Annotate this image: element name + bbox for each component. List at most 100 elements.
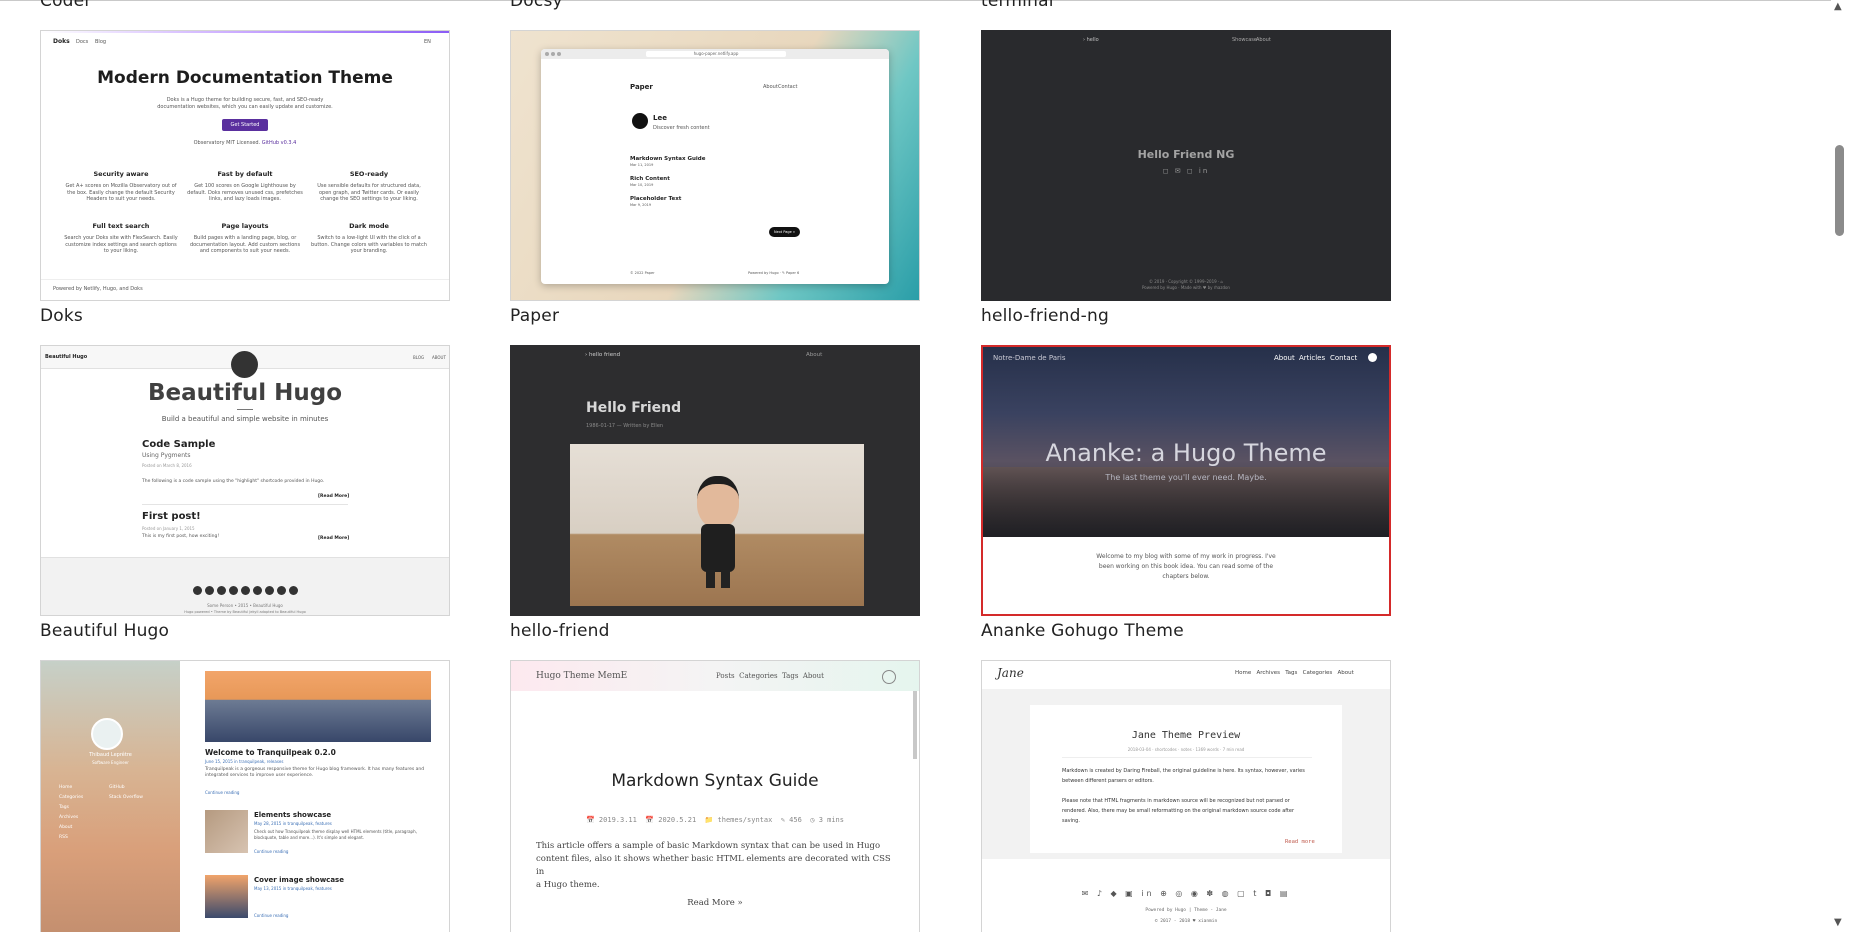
tranquil-continue: Continue reading — [205, 790, 240, 795]
paper-nav-about: About — [763, 84, 778, 90]
hfng-social-icons: ◻ ✉ ◻ in — [1162, 167, 1210, 175]
theme-name-paper[interactable]: Paper — [510, 306, 559, 326]
theme-name-ananke[interactable]: Ananke Gohugo Theme — [981, 621, 1184, 641]
theme-card-paper[interactable]: hugo-paper.netlify.app Paper About Conta… — [510, 30, 920, 301]
bhugo-subtitle: Build a beautiful and simple website in … — [161, 415, 329, 423]
doks-feature-title: Fast by default — [217, 170, 273, 178]
theme-name-beautiful-hugo[interactable]: Beautiful Hugo — [40, 621, 169, 641]
jane-read-more: Read more — [1285, 839, 1315, 845]
paper-browser-window: hugo-paper.netlify.app Paper About Conta… — [541, 49, 889, 284]
jane-footer-2: © 2017 - 2018 ♥ xianmin — [1154, 919, 1218, 924]
jane-meta: 2018-03-04 · shortcodes · notes · 1369 w… — [1127, 747, 1245, 752]
ananke-site-name: Notre-Dame de Paris — [993, 354, 1066, 362]
tranquil-post-title: Elements showcase — [254, 811, 332, 819]
doks-feature-text: Switch to a low-light UI with the click … — [311, 235, 427, 254]
meme-nav: Posts Categories Tags About — [716, 672, 824, 680]
theme-card-jane[interactable]: Jane Home Archives Tags Categories About… — [981, 660, 1391, 932]
hfng-footer-1: © 2019 · Copyright © 1999–2019 · ⌂ — [1148, 279, 1224, 284]
tranquil-continue: Continue reading — [254, 849, 289, 854]
bhugo-read-more: [Read More] — [318, 536, 350, 541]
tranquil-menu: Home Categories Tags Archives About RSS — [59, 785, 84, 840]
hf-title: Hello Friend — [586, 400, 682, 416]
bhugo-post-date: Posted on January 1, 2015 — [142, 526, 195, 531]
tranquil-post-meta: June 15, 2015 in tranquilpeak, releases — [205, 759, 284, 764]
theme-name-hello-friend[interactable]: hello-friend — [510, 621, 610, 641]
paper-post-date: Mar 9, 2019 — [630, 203, 652, 207]
doks-lang: EN — [424, 39, 431, 45]
theme-card-ananke[interactable]: Notre-Dame de Paris About Articles Conta… — [981, 345, 1391, 616]
scrollbar-thumb[interactable] — [1835, 145, 1844, 236]
theme-label-terminal[interactable]: terminal — [981, 0, 1054, 11]
page-scrollbar[interactable] — [1831, 0, 1849, 932]
tranquil-post-meta: May 13, 2015 in tranquilpeak, features — [254, 886, 332, 891]
paper-post-title: Placeholder Text — [630, 196, 682, 202]
jane-paragraph: Markdown is created by Daring Fireball, … — [1062, 768, 1305, 784]
doks-feature-title: Full text search — [92, 222, 150, 230]
bhugo-post-title: Code Sample — [142, 439, 216, 450]
ananke-subtitle: The last theme you'll ever need. Maybe. — [1105, 473, 1267, 482]
bhugo-post-subtitle: Using Pygments — [142, 452, 191, 459]
tranquil-post-text: Tranquilpeak is a gorgeous responsive th… — [205, 767, 425, 778]
doks-brand: Doks — [53, 38, 70, 45]
bhugo-post-text: The following is a code sample using the… — [142, 479, 325, 484]
theme-card-hello-friend[interactable]: › hello friend About Hello Friend 1986-0… — [510, 345, 920, 616]
scroll-down-arrow-icon[interactable]: ▼ — [1834, 917, 1842, 928]
theme-card-meme[interactable]: Hugo Theme MemE Posts Categories Tags Ab… — [510, 660, 920, 932]
tranquil-post-title: Cover image showcase — [254, 876, 344, 884]
viewport-top-divider — [0, 0, 1831, 1]
bhugo-footer-1: Some Person • 2015 • Beautiful Hugo — [207, 603, 283, 608]
theme-card-doks[interactable]: Doks Docs Blog EN Modern Documentation T… — [40, 30, 450, 301]
paper-footer-right: Powered by Hugo · ✎ Paper 6 — [748, 271, 800, 275]
tranquil-post-text: Check out how Tranquilpeak theme display… — [254, 829, 417, 840]
jane-footer-1: Powered by Hugo | Theme - Jane — [1145, 908, 1227, 913]
paper-post-date: Mar 10, 2019 — [630, 183, 654, 187]
doks-feature-text: Get A+ scores on Mozilla Observatory out… — [65, 183, 177, 202]
hfng-title: Hello Friend NG — [1137, 148, 1235, 161]
tranquil-menu-right: GitHub Stack Overflow — [109, 785, 143, 800]
theme-name-hello-friend-ng[interactable]: hello-friend-ng — [981, 306, 1109, 326]
bhugo-nav-blog: BLOG — [413, 355, 425, 360]
meme-excerpt: This article offers a sample of basic Ma… — [536, 841, 891, 890]
doks-feature-text: Build pages with a landing page, blog, o… — [189, 235, 301, 254]
theme-card-hello-friend-ng[interactable]: › hello Showcase About Hello Friend NG ◻… — [981, 30, 1391, 301]
doks-feature-text: Search your Doks site with FlexSearch. E… — [64, 235, 178, 254]
bhugo-site-name: Beautiful Hugo — [45, 354, 88, 360]
doks-feature-title: Page layouts — [221, 222, 269, 230]
paper-post-title: Rich Content — [630, 176, 670, 182]
hfng-nav-showcase: Showcase — [1232, 37, 1257, 43]
scroll-up-arrow-icon[interactable]: ▲ — [1834, 1, 1842, 12]
ananke-body: Welcome to my blog with some of my work … — [1096, 553, 1276, 580]
theme-gallery-page: Coder Docsy terminal Doks Docs Blog EN M… — [0, 0, 1831, 932]
bhugo-title: Beautiful Hugo — [147, 380, 343, 406]
ananke-nav-about: About — [1274, 354, 1295, 362]
bhugo-post-text: This is my first post, how exciting! — [142, 534, 220, 539]
tranquil-thumb — [205, 810, 248, 853]
doks-feature-title: Security aware — [93, 170, 149, 178]
hf-meta: 1986-01-17 — Written by Ellen — [586, 423, 664, 429]
tranquil-post-title: Welcome to Tranquilpeak 0.2.0 — [205, 748, 336, 757]
theme-card-tranquilpeak[interactable]: Thibaud Leprêtre Software Engineer Home C… — [40, 660, 450, 932]
paper-author-sub: Discover fresh content — [653, 125, 710, 131]
theme-label-coder[interactable]: Coder — [40, 0, 92, 11]
bhugo-footer-2: Hugo powered • Theme by Beautiful Jekyll… — [184, 610, 306, 614]
doks-feature-text: Get 100 scores on Google Lighthouse by d… — [187, 183, 303, 202]
theme-card-beautiful-hugo[interactable]: Beautiful Hugo BLOG ABOUT Beautiful Hugo… — [40, 345, 450, 616]
paper-author: Lee — [653, 114, 667, 122]
theme-name-doks[interactable]: Doks — [40, 306, 83, 326]
hf-featured-image — [570, 444, 864, 606]
jane-title: Jane Theme Preview — [1131, 730, 1241, 741]
bhugo-read-more: [Read More] — [318, 494, 350, 499]
meme-title: Markdown Syntax Guide — [611, 771, 819, 791]
bhugo-nav-about: ABOUT — [432, 355, 446, 360]
doks-title: Modern Documentation Theme — [97, 68, 393, 88]
tranquil-job: Software Engineer — [92, 760, 129, 765]
ananke-nav-contact: Contact — [1330, 354, 1358, 362]
jane-paragraph: Please note that HTML fragments in markd… — [1062, 798, 1295, 824]
jane-social-icons: ✉ ♪ ◆ ▣ in ⊕ ◎ ◉ ✽ ◍ ▢ t ◘ ▤ — [1081, 889, 1291, 898]
hfng-footer-2: Powered by Hugo · Made with ♥ by rhazdon — [1142, 285, 1230, 290]
meme-meta: 📅 2019.3.11 📅 2020.5.21 📁 themes/syntax … — [586, 816, 844, 824]
doks-nav-docs: Docs — [76, 39, 89, 45]
ananke-nav-articles: Articles — [1299, 354, 1326, 362]
theme-label-docsy[interactable]: Docsy — [510, 0, 563, 11]
ananke-title: Ananke: a Hugo Theme — [1045, 439, 1327, 467]
